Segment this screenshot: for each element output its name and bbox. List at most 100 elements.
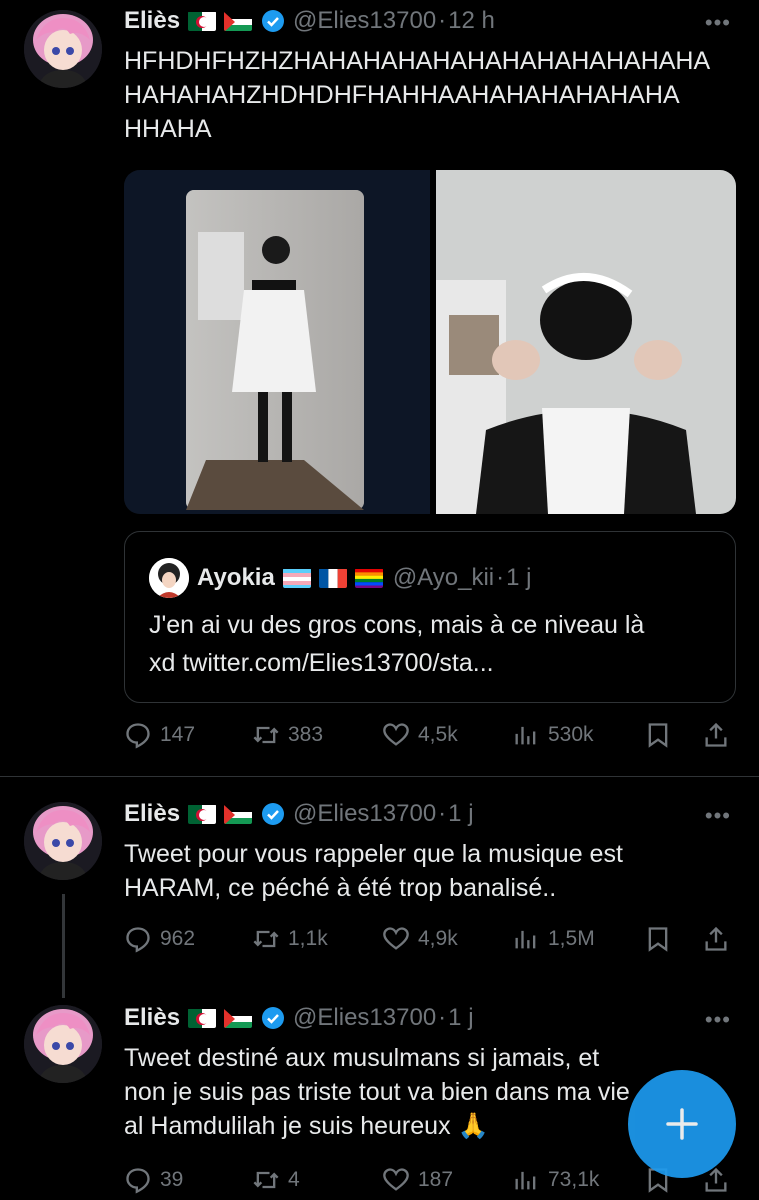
views-icon bbox=[515, 930, 536, 949]
trans-flag-icon bbox=[282, 568, 311, 588]
display-name[interactable]: Eliès bbox=[124, 7, 180, 35]
share-button[interactable] bbox=[702, 925, 738, 953]
tweet-1[interactable]: Eliès @Elies13700 · 12 h ••• HFHDHFHZHZH… bbox=[0, 0, 759, 775]
separator-dot: · bbox=[438, 1004, 447, 1031]
verified-icon bbox=[262, 10, 285, 32]
verified-icon bbox=[262, 1007, 285, 1029]
retweet-button[interactable]: 383 bbox=[252, 721, 323, 749]
quote-header: Ayokia @Ayo_kii · 1 j bbox=[149, 558, 531, 598]
tweet-text: Tweet pour vous rappeler que la musique … bbox=[124, 837, 623, 905]
palestine-flag-icon bbox=[224, 1008, 253, 1028]
retweet-icon bbox=[253, 726, 279, 744]
media-grid bbox=[124, 170, 736, 514]
views-count: 73,1k bbox=[548, 1168, 600, 1191]
reply-count: 147 bbox=[160, 723, 196, 746]
retweet-count: 1,1k bbox=[288, 927, 328, 950]
palestine-flag-icon bbox=[224, 804, 253, 824]
handle[interactable]: @Elies13700 bbox=[293, 800, 436, 828]
timestamp[interactable]: 1 j bbox=[448, 800, 473, 828]
timestamp[interactable]: 1 j bbox=[448, 1004, 473, 1032]
tweet-text: HFHDHFHZHZHAHAHAHAHAHAHAHAHAHAHAHA HAHAH… bbox=[124, 44, 710, 146]
tweet-header: Eliès @Elies13700 · 12 h bbox=[124, 6, 495, 36]
retweet-button[interactable]: 1,1k bbox=[252, 925, 328, 953]
views-count: 1,5M bbox=[548, 927, 595, 950]
bookmark-button[interactable] bbox=[644, 925, 680, 953]
more-icon[interactable]: ••• bbox=[705, 803, 731, 829]
views-count: 530k bbox=[548, 723, 594, 746]
views-icon bbox=[515, 726, 536, 745]
avatar[interactable] bbox=[24, 10, 102, 88]
palestine-flag-icon bbox=[224, 11, 253, 31]
reply-icon bbox=[126, 723, 150, 749]
more-icon[interactable]: ••• bbox=[705, 10, 731, 36]
bookmark-button[interactable] bbox=[644, 721, 680, 749]
views-icon bbox=[515, 1171, 536, 1190]
like-count: 4,9k bbox=[418, 927, 458, 950]
timestamp[interactable]: 12 h bbox=[448, 7, 495, 35]
bookmark-icon bbox=[648, 723, 668, 748]
tweet-header: Eliès @Elies13700 · 1 j bbox=[124, 799, 474, 829]
compose-button[interactable] bbox=[628, 1070, 736, 1178]
quote-timestamp: 1 j bbox=[506, 564, 532, 591]
photo-1[interactable] bbox=[124, 170, 736, 514]
separator-dot: · bbox=[496, 564, 505, 591]
separator-dot: · bbox=[438, 7, 447, 34]
handle[interactable]: @Elies13700 bbox=[293, 1004, 436, 1032]
like-count: 187 bbox=[418, 1168, 454, 1191]
text-line: al Hamdulilah je suis heureux 🙏 bbox=[124, 1112, 489, 1140]
bookmark-icon bbox=[648, 927, 668, 952]
reply-icon bbox=[126, 927, 150, 953]
text-line: HFHDHFHZHZHAHAHAHAHAHAHAHAHAHAHAHA bbox=[124, 47, 711, 75]
quote-handle: @Ayo_kii bbox=[392, 564, 495, 591]
france-flag-icon bbox=[318, 568, 347, 588]
like-count: 4,5k bbox=[418, 723, 458, 746]
retweet-icon bbox=[253, 930, 279, 948]
text-line: J'en ai vu des gros cons, mais à ce nive… bbox=[149, 611, 645, 639]
verified-icon bbox=[262, 803, 285, 825]
quote-display-name: Ayokia bbox=[197, 564, 275, 591]
reply-button[interactable]: 39 bbox=[124, 1166, 183, 1194]
more-icon[interactable]: ••• bbox=[705, 1007, 731, 1033]
like-icon bbox=[383, 927, 409, 950]
text-line: HAHAHAHZHDHDHFHAHHAAHAHAHAHAHAHA bbox=[124, 81, 680, 109]
action-bar: 39 4 187 73,1k bbox=[124, 1163, 734, 1197]
tweet-text: Tweet destiné aux musulmans si jamais, e… bbox=[124, 1041, 630, 1143]
share-icon bbox=[705, 926, 727, 951]
handle[interactable]: @Elies13700 bbox=[293, 7, 436, 35]
like-button[interactable]: 187 bbox=[382, 1166, 453, 1194]
reply-button[interactable]: 962 bbox=[124, 925, 195, 953]
reply-count: 39 bbox=[160, 1168, 184, 1191]
reply-count: 962 bbox=[160, 927, 196, 950]
text-line: xd twitter.com/Elies13700/sta... bbox=[149, 649, 494, 677]
algeria-flag-icon bbox=[188, 804, 217, 824]
display-name[interactable]: Eliès bbox=[124, 800, 180, 828]
text-line: non je suis pas triste tout va bien dans… bbox=[124, 1078, 630, 1106]
like-button[interactable]: 4,5k bbox=[382, 721, 458, 749]
views-button[interactable]: 1,5M bbox=[512, 925, 595, 953]
display-name[interactable]: Eliès bbox=[124, 1004, 180, 1032]
quote-avatar bbox=[149, 558, 189, 598]
like-button[interactable]: 4,9k bbox=[382, 925, 458, 953]
views-button[interactable]: 530k bbox=[512, 721, 594, 749]
rainbow-flag-icon bbox=[354, 568, 383, 588]
compose-plus-icon bbox=[666, 1108, 698, 1140]
views-button[interactable]: 73,1k bbox=[512, 1166, 599, 1194]
like-icon bbox=[383, 1168, 409, 1191]
retweet-button[interactable]: 4 bbox=[252, 1166, 300, 1194]
share-icon bbox=[705, 722, 727, 747]
action-bar: 147 383 4,5k 530k bbox=[124, 718, 734, 752]
text-line: Tweet pour vous rappeler que la musique … bbox=[124, 840, 623, 868]
like-icon bbox=[383, 723, 409, 746]
text-line: HHAHA bbox=[124, 115, 212, 143]
retweet-count: 383 bbox=[288, 723, 324, 746]
quote-tweet[interactable]: Ayokia @Ayo_kii · 1 j J'en ai vu des gro… bbox=[124, 531, 736, 703]
avatar[interactable] bbox=[24, 1005, 102, 1083]
share-button[interactable] bbox=[702, 721, 738, 749]
retweet-count: 4 bbox=[288, 1168, 300, 1191]
tweet-header: Eliès @Elies13700 · 1 j bbox=[124, 1003, 474, 1033]
avatar[interactable] bbox=[24, 802, 102, 880]
text-line: Tweet destiné aux musulmans si jamais, e… bbox=[124, 1044, 600, 1072]
action-bar: 962 1,1k 4,9k 1,5M bbox=[124, 922, 734, 956]
tweet-2[interactable]: Eliès @Elies13700 · 1 j ••• Tweet pour v… bbox=[0, 777, 759, 998]
reply-button[interactable]: 147 bbox=[124, 721, 195, 749]
